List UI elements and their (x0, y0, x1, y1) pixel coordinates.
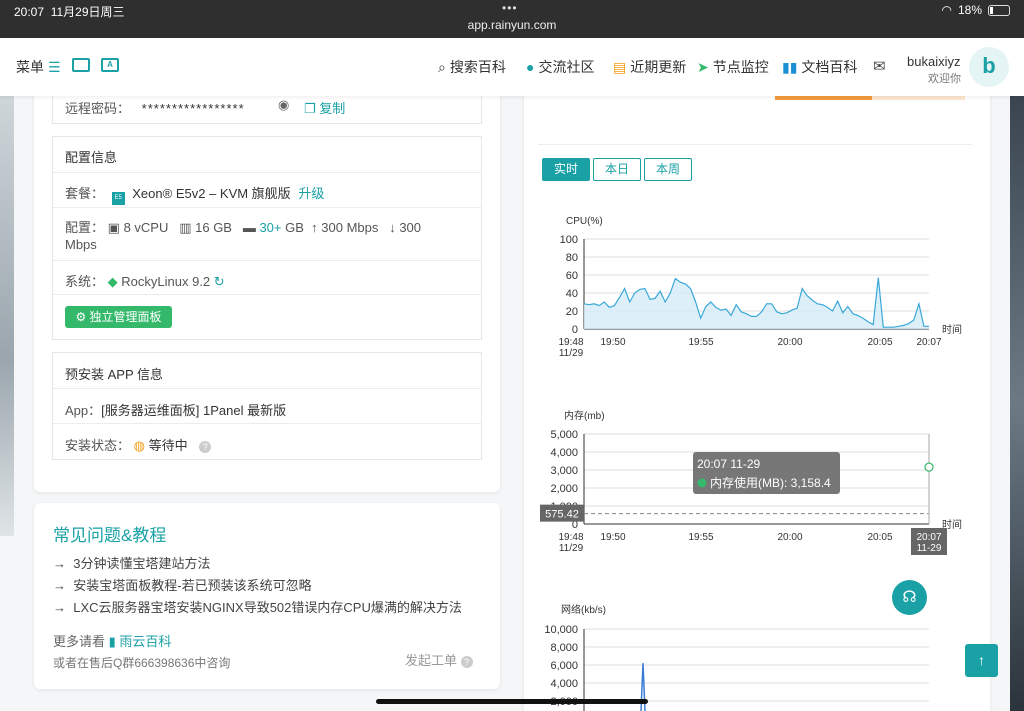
support-button[interactable]: ☊ (892, 580, 927, 615)
avatar[interactable]: b (969, 47, 1009, 87)
user-name[interactable]: bukaixiyz (907, 54, 960, 69)
nav-search-wiki[interactable]: ⌕ 搜索百科 (438, 57, 506, 77)
y-tick-label: 4,000 (550, 447, 578, 459)
x-tick-label: 20:07 (916, 337, 941, 348)
chart-title: CPU(%) (566, 216, 603, 227)
monitor-icon: ➤ (697, 58, 709, 75)
cursor-label: 11-29 (917, 543, 942, 554)
app-header: 菜单 ☰ A ⌕ 搜索百科 ● 交流社区 ▤ 近期更新 ➤ 节点监控 ▮▮ 文档… (0, 38, 1024, 96)
x-tick-label: 19:50 (600, 532, 625, 543)
y-tick-label: 2,000 (550, 483, 578, 495)
nav-node-monitor[interactable]: ➤ 节点监控 (697, 57, 769, 77)
tooltip-time: 20:07 11-29 (697, 457, 760, 471)
y-tick-label: 20 (566, 306, 578, 318)
menu-button[interactable]: 菜单 ☰ (16, 57, 61, 77)
y-tick-label: 80 (566, 252, 578, 264)
y-tick-label: 60 (566, 270, 578, 282)
x-tick-label: 19:48 (558, 337, 583, 348)
community-icon: ● (526, 59, 535, 75)
y-tick-label: 3,000 (550, 465, 578, 477)
y-tick-label: 6,000 (550, 660, 578, 672)
data-point (924, 462, 934, 472)
user-greeting: 欢迎你 (928, 73, 961, 85)
tooltip-series: 内存使用(MB): 3,158.4 (710, 475, 831, 490)
menu-label: 菜单 (16, 59, 44, 75)
nav-community[interactable]: ● 交流社区 (526, 57, 594, 77)
y-tick-label: 0 (572, 324, 578, 336)
list-icon: ☰ (48, 58, 61, 75)
mail-icon[interactable]: ✉ (873, 57, 886, 75)
x-tick-label: 19:48 (558, 532, 583, 543)
nav-docs[interactable]: ▮▮ 文档百科 (782, 57, 857, 77)
x-tick-label: 19:55 (688, 337, 713, 348)
tooltip-marker (697, 478, 707, 488)
chart-title: 内存(mb) (564, 409, 605, 422)
back-to-top-button[interactable]: ↑ (965, 644, 998, 677)
x-tick-label: 20:00 (777, 532, 802, 543)
chart-title: 网络(kb/s) (561, 603, 606, 616)
x-tick-label: 11/29 (559, 543, 584, 554)
home-indicator[interactable] (376, 699, 648, 704)
image-icon[interactable] (72, 58, 90, 72)
arrow-up-icon: ↑ (978, 652, 985, 668)
x-tick-label: 20:05 (867, 337, 892, 348)
headset-icon: ☊ (902, 589, 917, 606)
reference-label: 575.42 (545, 509, 579, 521)
x-axis-label: 时间 (942, 323, 962, 336)
x-tick-label: 20:00 (777, 337, 802, 348)
y-tick-label: 5,000 (550, 429, 578, 441)
y-tick-label: 8,000 (550, 642, 578, 654)
updates-icon: ▤ (613, 58, 627, 75)
search-icon: ⌕ (438, 58, 446, 75)
nav-updates[interactable]: ▤ 近期更新 (613, 57, 686, 77)
monitor-charts: CPU(%)02040608010019:4811/2919:50 19:55 20… (540, 216, 962, 711)
book-icon: ▮▮ (782, 58, 798, 75)
x-tick-label: 20:05 (867, 532, 892, 543)
y-tick-label: 10,000 (544, 624, 578, 636)
x-tick-label: 19:50 (600, 337, 625, 348)
y-tick-label: 100 (560, 234, 578, 246)
cursor-label: 20:07 (916, 532, 941, 543)
y-tick-label: 4,000 (550, 678, 578, 690)
y-tick-label: 40 (566, 288, 578, 300)
x-tick-label: 19:55 (688, 532, 713, 543)
translate-icon[interactable]: A (101, 58, 119, 72)
x-tick-label: 11/29 (559, 348, 584, 359)
